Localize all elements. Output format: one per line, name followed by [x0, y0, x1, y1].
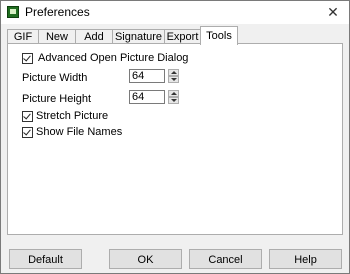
tab-export[interactable]: Export — [164, 29, 201, 44]
spin-down-button[interactable] — [168, 97, 179, 104]
arrow-down-icon — [171, 99, 177, 102]
picture-width-spinner[interactable] — [168, 69, 179, 83]
picture-height-label: Picture Height — [22, 93, 92, 105]
picture-height-input[interactable] — [129, 90, 165, 104]
close-icon[interactable]: ✕ — [325, 4, 341, 20]
preferences-window: Preferences ✕ GIF New Add Signature Expo… — [0, 0, 350, 274]
button-bar: Default OK Cancel Help — [1, 241, 349, 273]
stretch-picture-label: Stretch Picture — [36, 110, 109, 122]
arrow-up-icon — [171, 92, 177, 95]
show-file-names-checkbox[interactable] — [22, 127, 33, 138]
tab-tools[interactable]: Tools — [200, 26, 238, 45]
window-title: Preferences — [25, 5, 90, 19]
ok-button[interactable]: OK — [109, 249, 182, 269]
spin-up-button[interactable] — [168, 69, 179, 76]
check-icon — [23, 127, 31, 136]
spin-down-button[interactable] — [168, 76, 179, 83]
tab-gif[interactable]: GIF — [7, 29, 39, 44]
advanced-open-dialog-checkbox[interactable] — [22, 53, 33, 64]
picture-width-label: Picture Width — [22, 72, 88, 84]
tab-signature[interactable]: Signature — [112, 29, 165, 44]
picture-height-spinner[interactable] — [168, 90, 179, 104]
app-icon — [7, 6, 19, 18]
show-file-names-label: Show File Names — [36, 126, 123, 138]
title-bar: Preferences ✕ — [1, 1, 349, 24]
default-button[interactable]: Default — [9, 249, 82, 269]
arrow-up-icon — [171, 71, 177, 74]
cancel-button[interactable]: Cancel — [189, 249, 262, 269]
spin-up-button[interactable] — [168, 90, 179, 97]
check-icon — [23, 111, 31, 120]
tools-panel: Advanced Open Picture Dialog Picture Wid… — [7, 43, 343, 235]
arrow-down-icon — [171, 78, 177, 81]
check-icon — [23, 53, 31, 62]
tab-add[interactable]: Add — [75, 29, 113, 44]
tab-strip: GIF New Add Signature Export Tools — [7, 26, 343, 45]
picture-width-input[interactable] — [129, 69, 165, 83]
tab-new[interactable]: New — [38, 29, 76, 44]
advanced-open-dialog-label: Advanced Open Picture Dialog — [38, 52, 189, 64]
help-button[interactable]: Help — [269, 249, 342, 269]
stretch-picture-checkbox[interactable] — [22, 111, 33, 122]
